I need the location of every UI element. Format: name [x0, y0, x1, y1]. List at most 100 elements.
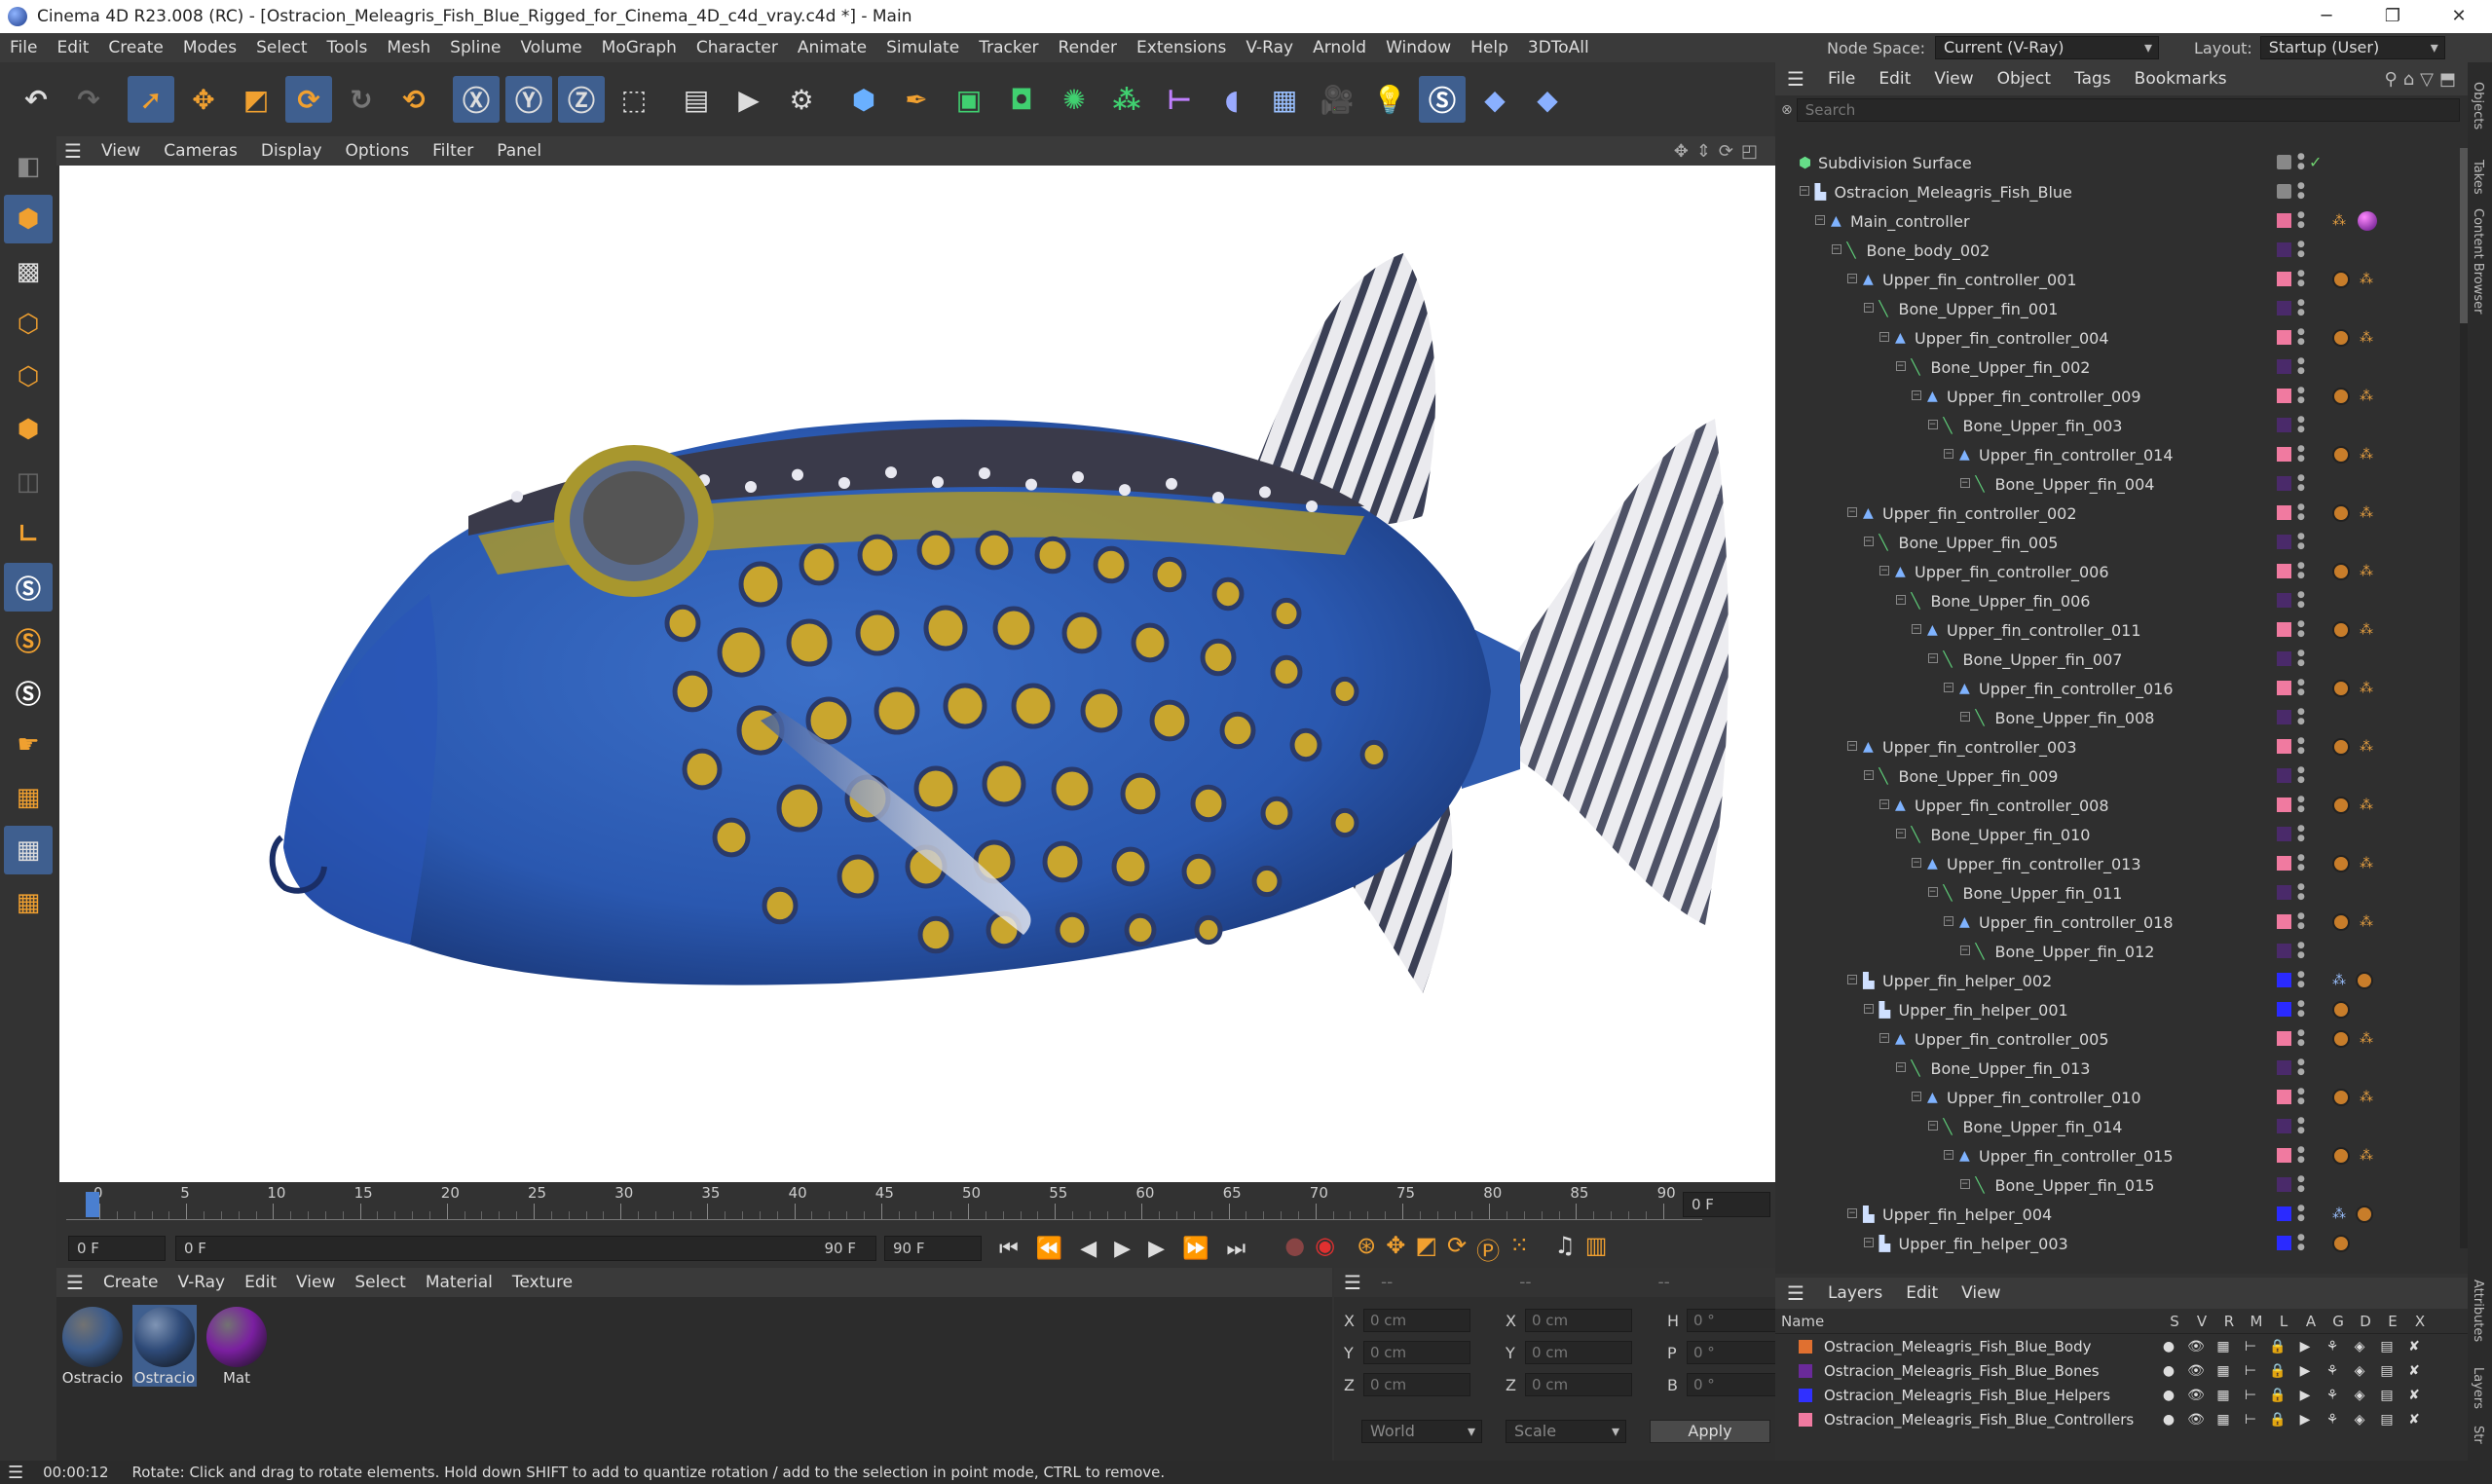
visibility-dots-icon[interactable]: ● ●: [2297, 386, 2305, 405]
objects-hamburger-icon[interactable]: ☰: [1775, 67, 1816, 91]
visibility-dots-icon[interactable]: ● ●: [2297, 210, 2305, 230]
coordinate-mode-select[interactable]: World: [1361, 1420, 1482, 1443]
tree-expand-toggle[interactable]: −: [1912, 624, 1921, 634]
visibility-dots-icon[interactable]: ● ●: [2297, 502, 2305, 522]
extrude-icon[interactable]: ◘: [998, 76, 1045, 123]
layer-color-swatch[interactable]: [1799, 1339, 1812, 1354]
tree-row[interactable]: − ▲ Upper_fin_controller_009 ● ● ⁂: [1775, 382, 2468, 411]
tree-expand-toggle[interactable]: −: [1927, 1121, 1938, 1131]
visibility-dots-icon[interactable]: ● ●: [2297, 561, 2305, 580]
ik-tag-icon[interactable]: ⁂: [2360, 448, 2375, 462]
layer-row[interactable]: Ostracion_Meleagris_Fish_Blue_Helpers ● 👁 ▦…: [1775, 1383, 2468, 1407]
layer-color-swatch[interactable]: [2277, 1119, 2291, 1133]
minimize-button[interactable]: ─: [2293, 0, 2360, 33]
tree-row[interactable]: ⬢ Subdivision Surface ● ● ✓: [1775, 148, 2468, 177]
visibility-dots-icon[interactable]: ● ●: [2297, 327, 2305, 347]
polygons-mode-icon[interactable]: ⬢: [4, 405, 53, 454]
model-mode-icon[interactable]: ⬢: [4, 195, 53, 243]
tree-row[interactable]: − ▲ Upper_fin_controller_002 ● ● ⁂: [1775, 499, 2468, 528]
layer-color-swatch[interactable]: [2277, 1090, 2291, 1104]
tree-row[interactable]: − ▲ Upper_fin_controller_001 ● ● ⁂: [1775, 265, 2468, 294]
recent-tools-icon[interactable]: ↻: [338, 76, 385, 123]
layer-color-swatch[interactable]: [2277, 505, 2291, 520]
layer-color-swatch[interactable]: [2277, 739, 2291, 754]
material-menu-view[interactable]: View: [286, 1273, 345, 1292]
prev-key-icon[interactable]: ⏪: [1036, 1237, 1062, 1261]
layer-toggle-icon[interactable]: ◈: [2346, 1339, 2373, 1354]
constraint-tag-icon[interactable]: [2332, 913, 2350, 931]
3d-viewport[interactable]: [59, 166, 1775, 1182]
coord-field[interactable]: 0 cm: [1525, 1309, 1632, 1332]
tree-expand-toggle[interactable]: −: [1944, 916, 1953, 926]
rotate-tool-icon[interactable]: ⟳: [285, 76, 332, 123]
tree-row[interactable]: − ╲ Bone_Upper_fin_009 ● ●: [1775, 761, 2468, 791]
light-icon[interactable]: 💡: [1366, 76, 1413, 123]
layer-color-swatch[interactable]: [2277, 1236, 2291, 1250]
menu-simulate[interactable]: Simulate: [876, 38, 969, 57]
tree-expand-toggle[interactable]: −: [1944, 683, 1953, 692]
layer-toggle-icon[interactable]: 👁: [2182, 1412, 2210, 1428]
layer-color-swatch[interactable]: [2277, 359, 2291, 374]
layer-color-swatch[interactable]: [2277, 856, 2291, 871]
layer-toggle-icon[interactable]: ✘: [2400, 1388, 2428, 1403]
tree-expand-toggle[interactable]: −: [1895, 1062, 1906, 1072]
helper-tag-icon[interactable]: ⁂: [2332, 974, 2348, 987]
tree-expand-toggle[interactable]: −: [1847, 274, 1857, 283]
tree-expand-toggle[interactable]: −: [1847, 507, 1857, 517]
menu-mesh[interactable]: Mesh: [377, 38, 440, 57]
visibility-dots-icon[interactable]: ● ●: [2297, 473, 2305, 493]
python-icon[interactable]: ◆: [1471, 76, 1518, 123]
ik-tag-icon[interactable]: ⁂: [2360, 390, 2375, 403]
keyframe-selection-icon[interactable]: ⊛: [1357, 1232, 1376, 1266]
status-hamburger-icon[interactable]: ☰: [8, 1463, 23, 1483]
layer-toggle-icon[interactable]: 👁: [2182, 1339, 2210, 1354]
tree-expand-toggle[interactable]: −: [1912, 390, 1921, 400]
camera-icon[interactable]: 🎥: [1314, 76, 1360, 123]
layout-select[interactable]: Startup (User): [2259, 36, 2445, 59]
maximize-button[interactable]: ❐: [2360, 0, 2426, 33]
tree-row[interactable]: − ╲ Bone_Upper_fin_015 ● ●: [1775, 1170, 2468, 1200]
next-key-icon[interactable]: ⏩: [1182, 1237, 1209, 1261]
menu-v-ray[interactable]: V-Ray: [1236, 38, 1303, 57]
menu-render[interactable]: Render: [1049, 38, 1128, 57]
structure-side-tab[interactable]: Str: [2471, 1426, 2485, 1444]
constraint-tag-icon[interactable]: [2332, 738, 2350, 756]
tree-row[interactable]: − ▙ Upper_fin_helper_001 ● ●: [1775, 995, 2468, 1024]
ik-tag-icon[interactable]: ⁂: [2360, 1091, 2375, 1104]
visibility-dots-icon[interactable]: ● ●: [2297, 795, 2305, 814]
layer-color-swatch[interactable]: [2277, 710, 2291, 724]
material-menu-create[interactable]: Create: [93, 1273, 168, 1292]
close-button[interactable]: ✕: [2426, 0, 2492, 33]
viewport-menu-filter[interactable]: Filter: [421, 141, 485, 161]
tree-expand-toggle[interactable]: −: [1912, 858, 1921, 868]
visibility-dots-icon[interactable]: ● ●: [2297, 941, 2305, 960]
viewport-menu-options[interactable]: Options: [334, 141, 422, 161]
constraint-tag-icon[interactable]: [2356, 972, 2373, 989]
tree-row[interactable]: − ╲ Bone_Upper_fin_003 ● ●: [1775, 411, 2468, 440]
layer-color-swatch[interactable]: [2277, 651, 2291, 666]
constraint-tag-icon[interactable]: [2332, 329, 2350, 347]
constraint-tag-icon[interactable]: [2332, 504, 2350, 522]
layer-toggle-icon[interactable]: ▤: [2373, 1339, 2400, 1354]
visibility-dots-icon[interactable]: ● ●: [2297, 1174, 2305, 1194]
layer-color-swatch[interactable]: [2277, 1177, 2291, 1192]
record-icon[interactable]: ●: [1284, 1232, 1305, 1266]
layer-color-swatch[interactable]: [2277, 301, 2291, 315]
menu-window[interactable]: Window: [1376, 38, 1461, 57]
ik-tag-icon[interactable]: ⁂: [2360, 273, 2375, 286]
layer-row[interactable]: Ostracion_Meleagris_Fish_Blue_Controller…: [1775, 1407, 2468, 1431]
cloner-icon[interactable]: ✺: [1051, 76, 1097, 123]
tree-expand-toggle[interactable]: −: [1912, 1092, 1921, 1101]
tree-row[interactable]: − ▲ Upper_fin_controller_003 ● ● ⁂: [1775, 732, 2468, 761]
checkbox-icon[interactable]: [2277, 155, 2291, 169]
object-menu-object[interactable]: Object: [1986, 69, 2063, 89]
layer-color-swatch[interactable]: [2277, 1206, 2291, 1221]
mograph-icon[interactable]: ⁂: [1103, 76, 1150, 123]
menu-file[interactable]: File: [0, 38, 47, 57]
visibility-dots-icon[interactable]: ● ●: [2297, 619, 2305, 639]
axis-mode-icon[interactable]: ∟: [4, 510, 53, 559]
frame-range-slider[interactable]: 0 F 90 F: [175, 1236, 876, 1261]
constraint-tag-icon[interactable]: [2332, 563, 2350, 580]
layer-color-swatch[interactable]: [2277, 1148, 2291, 1163]
ik-tag-icon[interactable]: ⁂: [2360, 740, 2375, 754]
